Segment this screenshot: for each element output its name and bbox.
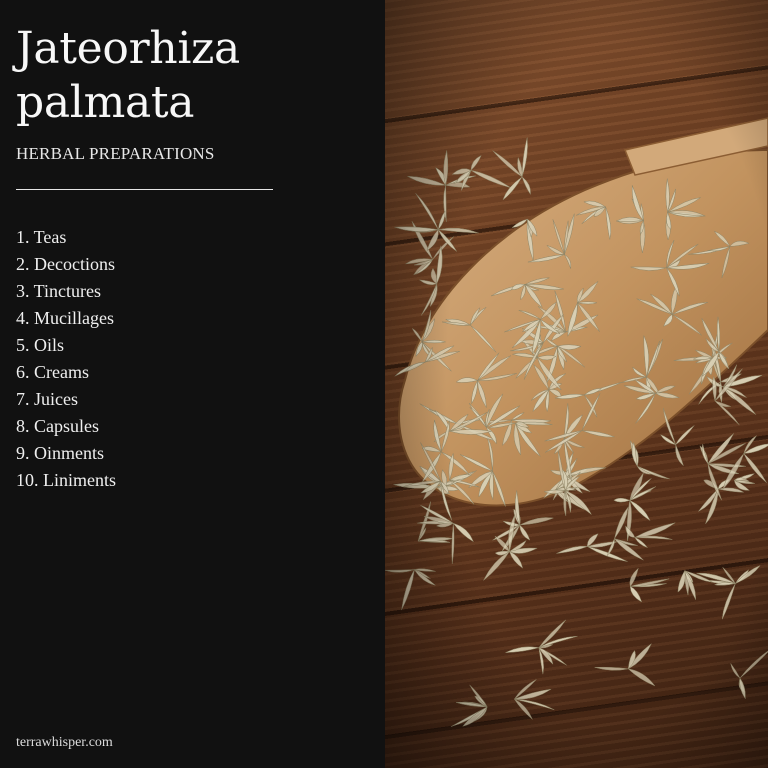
list-item: 4. Mucillages	[16, 308, 114, 328]
list-item: 6. Creams	[16, 362, 89, 382]
page-title: Jateorhiza palmata	[16, 23, 240, 128]
list-item: 3. Tinctures	[16, 281, 102, 301]
site-footer: terrawhisper.com	[16, 735, 113, 750]
list-item: 10. Liniments	[16, 470, 116, 490]
subtitle: HERBAL PREPARATIONS	[16, 144, 215, 163]
preparations-list: 1. Teas 2. Decoctions 3. Tinctures 4. Mu…	[16, 224, 385, 494]
herb-photo	[385, 0, 768, 768]
list-item: 1. Teas	[16, 227, 67, 247]
list-item: 2. Decoctions	[16, 254, 115, 274]
list-item: 8. Capsules	[16, 416, 99, 436]
list-item: 7. Juices	[16, 389, 78, 409]
herb-illustration	[385, 0, 768, 768]
divider	[16, 189, 273, 190]
list-item: 9. Oinments	[16, 443, 104, 463]
info-panel: Jateorhiza palmata HERBAL PREPARATIONS 1…	[0, 0, 385, 768]
page: Jateorhiza palmata HERBAL PREPARATIONS 1…	[0, 0, 768, 768]
list-item: 5. Oils	[16, 335, 65, 355]
